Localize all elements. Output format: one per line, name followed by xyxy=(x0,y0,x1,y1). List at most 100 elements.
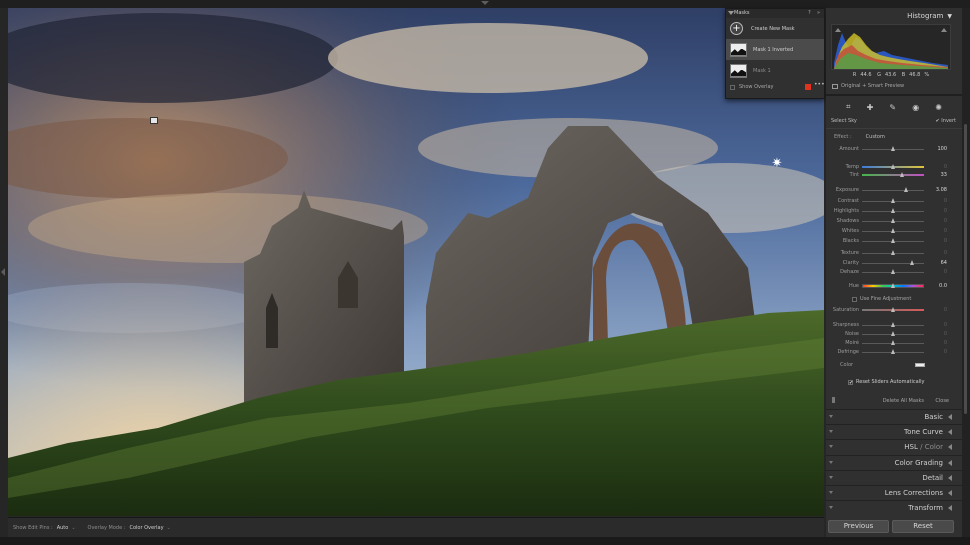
slider-defringe[interactable]: Defringe 0 xyxy=(826,348,962,357)
section-detail[interactable]: Detail xyxy=(826,470,962,484)
expand-arrow-icon[interactable] xyxy=(948,460,952,466)
create-new-mask-button[interactable]: + Create New Mask xyxy=(726,18,824,39)
invert-toggle[interactable]: ✔ Invert xyxy=(936,118,957,124)
hsl-label[interactable]: HSL xyxy=(904,443,918,451)
slider-knob[interactable] xyxy=(890,269,895,274)
reset-button[interactable]: Reset xyxy=(892,520,954,533)
slider-knob[interactable] xyxy=(890,283,895,288)
slider-contrast[interactable]: Contrast 0 xyxy=(826,197,962,206)
slider-knob[interactable] xyxy=(890,238,895,243)
slider-track[interactable] xyxy=(862,263,924,264)
section-lens-corrections[interactable]: Lens Corrections xyxy=(826,485,962,499)
section-color-grading[interactable]: Color Grading xyxy=(826,455,962,469)
slider-hue[interactable]: Hue 0.0 xyxy=(826,282,962,291)
switch-icon[interactable] xyxy=(829,506,833,509)
left-panel-toggle-icon[interactable] xyxy=(1,268,5,276)
slider-clarity[interactable]: Clarity 64 xyxy=(826,259,962,268)
expand-arrow-icon[interactable] xyxy=(948,490,952,496)
effect-preset-dropdown[interactable]: Custom xyxy=(866,134,885,140)
section-basic[interactable]: Basic xyxy=(826,409,962,423)
section-tone-curve[interactable]: Tone Curve xyxy=(826,424,962,438)
invert-check-icon[interactable]: ✔ xyxy=(936,118,940,124)
slider-moir-[interactable]: Moiré 0 xyxy=(826,339,962,348)
scrollbar-thumb[interactable] xyxy=(964,124,967,414)
fine-adjustment-toggle[interactable]: Use Fine Adjustment xyxy=(852,296,911,302)
histogram-graph[interactable] xyxy=(831,24,951,70)
slider-value[interactable]: 33 xyxy=(941,172,947,178)
expand-arrow-icon[interactable] xyxy=(948,429,952,435)
slider-whites[interactable]: Whites 0 xyxy=(826,227,962,236)
slider-knob[interactable] xyxy=(900,172,905,177)
slider-knob[interactable] xyxy=(904,187,909,192)
switch-icon[interactable] xyxy=(829,476,833,479)
panel-expand-icon[interactable]: » xyxy=(817,9,820,18)
expand-arrow-icon[interactable] xyxy=(948,505,952,511)
previous-button[interactable]: Previous xyxy=(828,520,889,533)
overlay-color-swatch[interactable] xyxy=(805,84,811,90)
slider-value[interactable]: 100 xyxy=(937,146,947,152)
section-hsl-color[interactable]: HSL / Color xyxy=(826,439,962,453)
slider-knob[interactable] xyxy=(890,164,895,169)
slider-value[interactable]: 0 xyxy=(944,228,947,234)
edit-pin-icon[interactable] xyxy=(150,117,158,124)
slider-value[interactable]: 0.0 xyxy=(939,283,947,289)
shadow-clipping-icon[interactable] xyxy=(835,28,841,32)
slider-shadows[interactable]: Shadows 0 xyxy=(826,217,962,226)
slider-knob[interactable] xyxy=(890,250,895,255)
slider-highlights[interactable]: Highlights 0 xyxy=(826,207,962,216)
histogram-header[interactable]: Histogram ▼ xyxy=(907,12,952,20)
slider-knob[interactable] xyxy=(890,340,895,345)
slider-knob[interactable] xyxy=(910,260,915,265)
close-masks-button[interactable]: Close xyxy=(935,398,949,404)
slider-value[interactable]: 0 xyxy=(944,208,947,214)
slider-blacks[interactable]: Blacks 0 xyxy=(826,237,962,246)
more-options-icon[interactable]: ••• xyxy=(814,81,825,88)
section-transform[interactable]: Transform xyxy=(826,500,962,514)
slider-knob[interactable] xyxy=(890,307,895,312)
slider-knob[interactable] xyxy=(890,228,895,233)
highlight-clipping-icon[interactable] xyxy=(941,28,947,32)
slider-value[interactable]: 0 xyxy=(944,322,947,328)
mask-item-mask-1-inverted[interactable]: Mask 1 Inverted xyxy=(726,39,824,60)
slider-saturation[interactable]: Saturation 0 xyxy=(826,306,962,315)
slider-track[interactable] xyxy=(862,190,924,191)
slider-track[interactable] xyxy=(862,174,924,176)
slider-tint[interactable]: Tint 33 xyxy=(826,171,962,180)
slider-texture[interactable]: Texture 0 xyxy=(826,249,962,258)
chevron-down-icon[interactable]: ⌄ xyxy=(71,525,75,531)
collapse-triangle-icon[interactable] xyxy=(481,1,489,5)
right-panel-scrollbar[interactable] xyxy=(962,8,970,537)
switch-icon[interactable] xyxy=(829,430,833,433)
slider-knob[interactable] xyxy=(890,349,895,354)
slider-dehaze[interactable]: Dehaze 0 xyxy=(826,268,962,277)
delete-all-masks-button[interactable]: Delete All Masks xyxy=(883,398,924,404)
collapse-triangle-icon[interactable] xyxy=(728,11,734,15)
photo-canvas[interactable]: ✷ xyxy=(8,8,824,516)
slider-value[interactable]: 0 xyxy=(944,340,947,346)
effect-preset-row[interactable]: Effect : Custom xyxy=(834,134,885,140)
slider-value[interactable]: 0 xyxy=(944,349,947,355)
expand-arrow-icon[interactable] xyxy=(948,444,952,450)
top-panel-toggle[interactable] xyxy=(0,0,970,8)
reset-sliders-toggle[interactable]: ✔ Reset Sliders Automatically xyxy=(848,379,924,385)
fine-adjustment-checkbox[interactable] xyxy=(852,296,857,302)
slider-knob[interactable] xyxy=(890,208,895,213)
help-icon[interactable]: ? xyxy=(808,9,811,18)
filmstrip-toggle[interactable] xyxy=(0,537,970,545)
brush-tool-icon[interactable]: ✎ xyxy=(889,103,896,112)
healing-tool-icon[interactable]: ✚ xyxy=(867,103,874,112)
color-swatch[interactable] xyxy=(915,363,925,367)
slider-value[interactable]: 0 xyxy=(944,164,947,170)
slider-value[interactable]: 0 xyxy=(944,269,947,275)
slider-value[interactable]: 3.08 xyxy=(936,187,947,193)
slider-knob[interactable] xyxy=(890,218,895,223)
chevron-down-icon[interactable]: ⌄ xyxy=(167,525,171,531)
slider-knob[interactable] xyxy=(890,322,895,327)
slider-amount[interactable]: Amount 100 xyxy=(826,145,962,154)
red-eye-tool-icon[interactable]: ◉ xyxy=(912,103,919,112)
expand-arrow-icon[interactable] xyxy=(948,475,952,481)
slider-value[interactable]: 0 xyxy=(944,307,947,313)
switch-icon[interactable] xyxy=(829,461,833,464)
edit-pins-dropdown[interactable]: Auto xyxy=(57,525,69,531)
slider-exposure[interactable]: Exposure 3.08 xyxy=(826,186,962,195)
